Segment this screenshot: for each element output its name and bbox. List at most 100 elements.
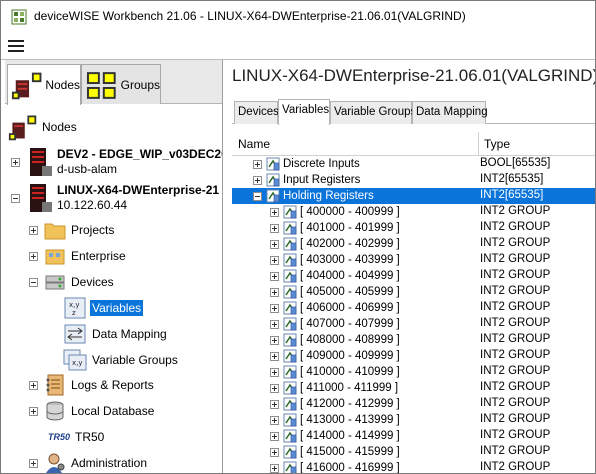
table-row[interactable]: [ 413000 - 413999 ] INT2 GROUP — [232, 412, 595, 428]
nodes-header: Nodes — [5, 112, 77, 142]
table-row[interactable]: [ 410000 - 410999 ] INT2 GROUP — [232, 364, 595, 380]
tree-node-dev2[interactable]: DEV2 - EDGE_WIP_v03DEC20 d-usb-alam — [11, 144, 222, 180]
variable-icon — [283, 413, 297, 427]
row-name: [ 416000 - 416999 ] — [300, 462, 400, 474]
table-row[interactable]: [ 415000 - 415999 ] INT2 GROUP — [232, 444, 595, 460]
column-divider[interactable] — [478, 132, 479, 156]
expand-icon[interactable] — [270, 335, 279, 345]
table-row[interactable]: [ 402000 - 402999 ] INT2 GROUP — [232, 236, 595, 252]
row-name-cell: [ 409000 - 409999 ] — [232, 349, 400, 363]
expand-icon[interactable] — [270, 399, 279, 409]
row-type: INT2 GROUP — [480, 381, 551, 393]
data-mapping-icon — [64, 324, 86, 344]
table-row[interactable]: Discrete Inputs BOOL[65535] — [232, 156, 595, 172]
tree-item-administration[interactable]: Administration — [29, 450, 148, 473]
expand-icon[interactable] — [253, 159, 262, 169]
row-type: INT2 GROUP — [480, 445, 551, 457]
tree-item-logs-reports[interactable]: Logs & Reports — [29, 372, 154, 398]
row-type: INT2[65535] — [480, 189, 544, 201]
expand-icon[interactable] — [270, 207, 279, 217]
tree-item-variable-groups[interactable]: x,y Variable Groups — [63, 347, 178, 373]
table-row[interactable]: Holding Registers INT2[65535] — [232, 188, 595, 204]
expand-icon[interactable] — [29, 458, 38, 468]
tab-variable-groups[interactable]: Variable Groups — [330, 101, 416, 124]
row-name: [ 406000 - 406999 ] — [300, 302, 400, 314]
svg-text:x,y: x,y — [69, 301, 80, 309]
groups-icon — [86, 71, 116, 99]
table-row[interactable]: [ 405000 - 405999 ] INT2 GROUP — [232, 284, 595, 300]
expand-icon[interactable] — [29, 225, 38, 235]
expand-icon[interactable] — [29, 380, 38, 390]
table-row[interactable]: [ 401000 - 401999 ] INT2 GROUP — [232, 220, 595, 236]
tab-devices[interactable]: Devices — [234, 101, 279, 124]
expand-icon[interactable] — [270, 447, 279, 457]
row-name-cell: [ 415000 - 415999 ] — [232, 445, 400, 459]
collapse-icon[interactable] — [29, 277, 38, 287]
tree-item-variables[interactable]: x,y z Variables — [63, 295, 144, 321]
tree-item-label: Administration — [71, 456, 148, 470]
expand-icon[interactable] — [29, 406, 38, 416]
row-name: [ 411000 - 411999 ] — [300, 382, 399, 394]
row-type: INT2 GROUP — [480, 253, 551, 265]
table-row[interactable]: [ 406000 - 406999 ] INT2 GROUP — [232, 300, 595, 316]
expand-icon[interactable] — [270, 303, 279, 313]
expand-icon[interactable] — [253, 175, 262, 185]
column-header-type[interactable]: Type — [484, 137, 510, 151]
tree-item-data-mapping[interactable]: Data Mapping — [63, 321, 167, 347]
row-name-cell: [ 414000 - 414999 ] — [232, 429, 400, 443]
expand-icon[interactable] — [270, 223, 279, 233]
expand-icon[interactable] — [270, 367, 279, 377]
devicewise-app-icon — [11, 9, 27, 25]
column-header-name[interactable]: Name — [238, 137, 270, 151]
tree-item-enterprise[interactable]: Enterprise — [29, 243, 126, 269]
table-row[interactable]: [ 416000 - 416999 ] INT2 GROUP — [232, 460, 595, 474]
expand-icon[interactable] — [29, 251, 38, 261]
tab-nodes[interactable]: Nodes — [7, 64, 81, 105]
tab-variables[interactable]: Variables — [278, 99, 330, 125]
expand-icon[interactable] — [270, 255, 279, 265]
tree-node-linux[interactable]: LINUX-X64-DWEnterprise-21 10.122.60.44 — [11, 180, 219, 216]
tree-item-label: Devices — [71, 275, 114, 289]
svg-text:x,y: x,y — [72, 359, 83, 367]
table-row[interactable]: [ 408000 - 408999 ] INT2 GROUP — [232, 332, 595, 348]
table-row[interactable]: Input Registers INT2[65535] — [232, 172, 595, 188]
table-row[interactable]: [ 403000 - 403999 ] INT2 GROUP — [232, 252, 595, 268]
expand-icon[interactable] — [270, 287, 279, 297]
expand-icon[interactable] — [270, 239, 279, 249]
table-row[interactable]: [ 404000 - 404999 ] INT2 GROUP — [232, 268, 595, 284]
expand-icon[interactable] — [270, 431, 279, 441]
collapse-icon[interactable] — [253, 191, 262, 201]
table-row[interactable]: [ 409000 - 409999 ] INT2 GROUP — [232, 348, 595, 364]
node-name: LINUX-X64-DWEnterprise-21 — [57, 183, 220, 197]
row-name-cell: Holding Registers — [232, 189, 374, 203]
row-name: Holding Registers — [283, 190, 374, 202]
row-name: [ 407000 - 407999 ] — [300, 318, 400, 330]
server-icon — [30, 184, 52, 212]
table-row[interactable]: [ 412000 - 412999 ] INT2 GROUP — [232, 396, 595, 412]
expand-icon[interactable] — [270, 351, 279, 361]
table-row[interactable]: [ 414000 - 414999 ] INT2 GROUP — [232, 428, 595, 444]
variable-icon — [283, 221, 297, 235]
tab-data-mapping[interactable]: Data Mapping — [412, 101, 488, 124]
table-row[interactable]: [ 400000 - 400999 ] INT2 GROUP — [232, 204, 595, 220]
expand-icon[interactable] — [270, 271, 279, 281]
expand-icon[interactable] — [270, 319, 279, 329]
collapse-icon[interactable] — [11, 193, 20, 203]
variable-icon — [283, 365, 297, 379]
row-name-cell: [ 401000 - 401999 ] — [232, 221, 400, 235]
tree-item-projects[interactable]: Projects — [29, 217, 114, 243]
expand-icon[interactable] — [270, 415, 279, 425]
tree-item-local-database[interactable]: Local Database — [29, 398, 154, 424]
tree-item-devices[interactable]: Devices — [29, 269, 114, 295]
table-row[interactable]: [ 411000 - 411999 ] INT2 GROUP — [232, 380, 595, 396]
tab-groups[interactable]: Groups — [81, 64, 161, 104]
hamburger-menu-icon[interactable] — [8, 37, 24, 53]
expand-icon[interactable] — [270, 383, 279, 393]
navigation-panel: Nodes Groups Nodes DEV2 - EDGE_WIP_v03DE… — [5, 60, 223, 473]
variable-icon — [283, 237, 297, 251]
expand-icon[interactable] — [270, 463, 279, 473]
table-row[interactable]: [ 407000 - 407999 ] INT2 GROUP — [232, 316, 595, 332]
tree-item-tr50[interactable]: TR50 TR50 — [44, 424, 104, 450]
expand-icon[interactable] — [11, 157, 20, 167]
tree-item-label: Projects — [71, 223, 115, 237]
